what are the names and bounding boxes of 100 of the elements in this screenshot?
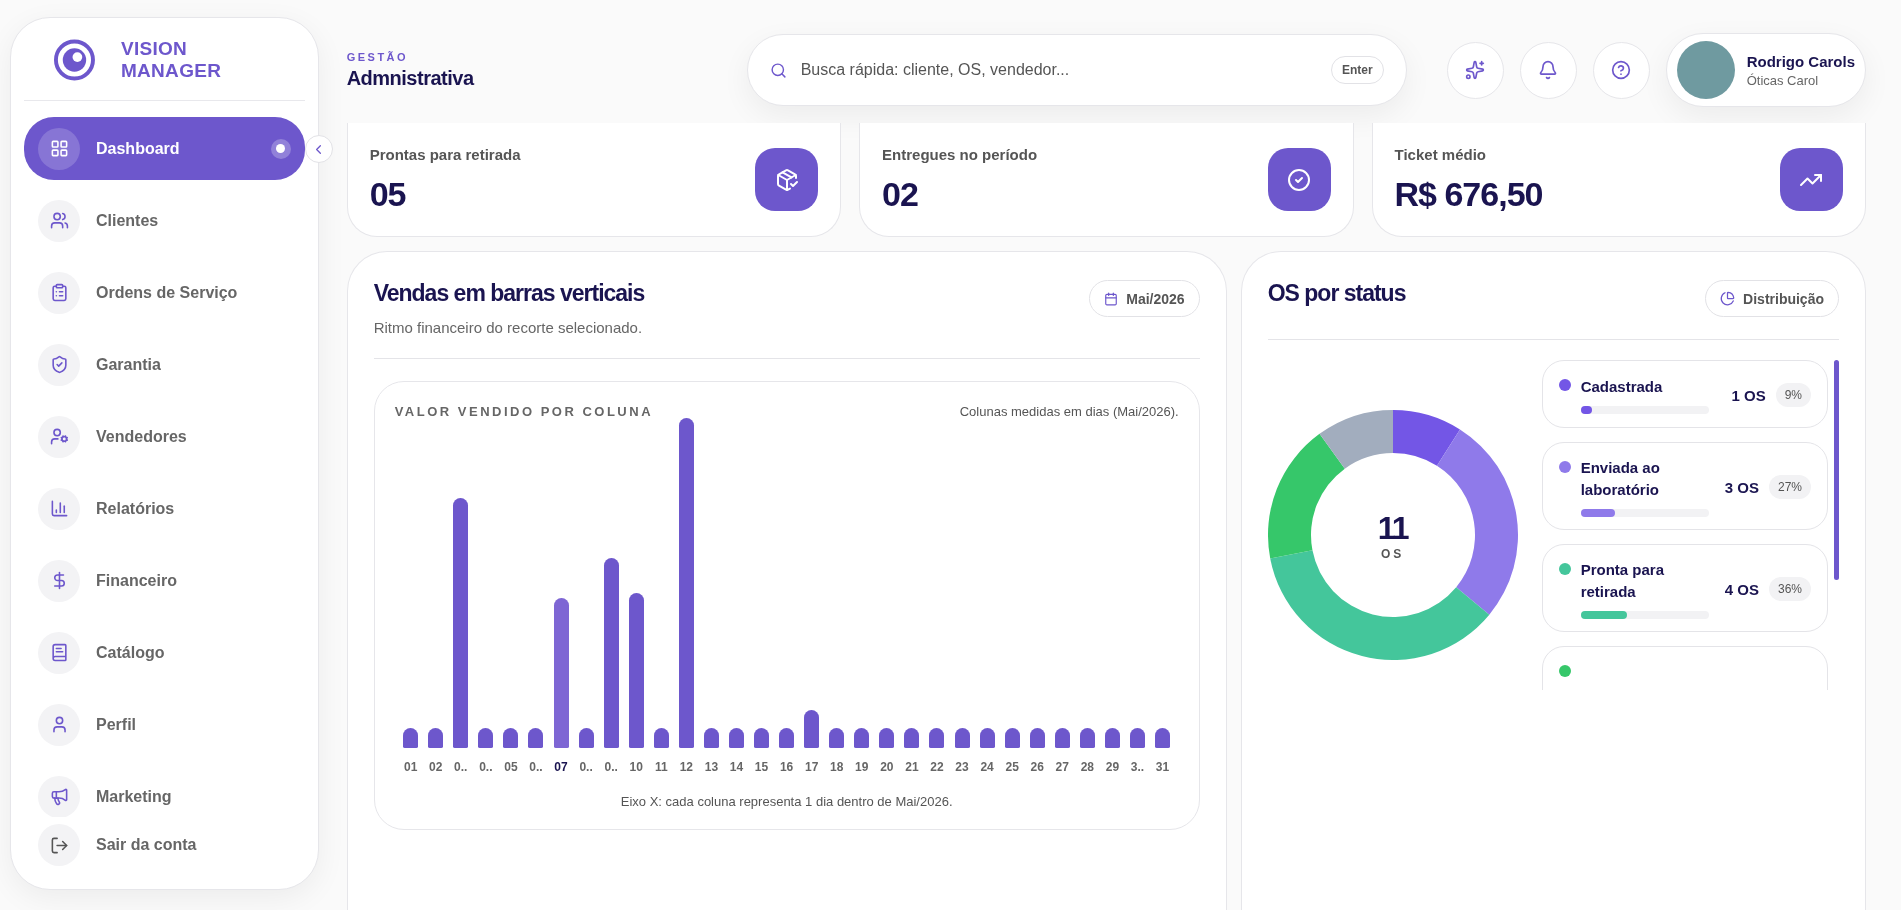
axis-label: 26: [1030, 760, 1044, 774]
total-unit: OS: [1381, 546, 1405, 561]
page-title: Admnistrativa: [346, 66, 476, 90]
axis-label: 15: [754, 760, 769, 774]
axis-label: 27: [1055, 760, 1069, 774]
axis-label: 16: [779, 760, 794, 774]
axis-label: 19: [855, 760, 869, 774]
status-percent: 9%: [1775, 383, 1811, 407]
user-gear-icon: [49, 427, 69, 446]
card-title: OS por status: [1267, 280, 1406, 307]
axis-label: 0..: [579, 760, 593, 774]
status-item[interactable]: Enviada ao laboratório 3 OS 27%: [1541, 442, 1828, 530]
period-button[interactable]: Mai/2026: [1089, 280, 1200, 317]
grid-icon: [49, 139, 69, 158]
help-icon: [1611, 60, 1632, 80]
sparkles-icon: [1465, 60, 1486, 80]
search-icon: [769, 61, 787, 79]
status-item[interactable]: Cadastrada 1 OS 9%: [1541, 360, 1828, 428]
scrollbar[interactable]: [1834, 360, 1839, 580]
axis-label: 01: [403, 760, 418, 774]
axis-label: 21: [905, 760, 919, 774]
calendar-icon: [1104, 291, 1119, 306]
search-field[interactable]: Busca rápida: cliente, OS, vendedor... Enter: [746, 34, 1407, 106]
axis-label: 17: [804, 760, 819, 774]
chart-title: VALOR VENDIDO POR COLUNA: [394, 404, 654, 419]
card-subtitle: Ritmo financeiro do recorte selecionado.: [373, 319, 644, 336]
status-count: 1 OS: [1731, 386, 1766, 404]
total-count: 11: [1377, 509, 1408, 547]
package-icon: [774, 167, 799, 192]
axis-label: 20: [880, 760, 894, 774]
axis-label: 12: [679, 760, 693, 774]
axis-label: 11: [654, 760, 668, 774]
logout-item[interactable]: Sair da conta: [24, 817, 305, 873]
bar-chart-icon: [49, 499, 69, 518]
megaphone-icon: [49, 787, 69, 806]
status-name: Enviada ao laboratório: [1580, 458, 1661, 500]
pie-chart-icon: [1720, 291, 1736, 306]
status-count: 4 OS: [1724, 580, 1759, 598]
brand-name: VISION MANAGER: [120, 38, 223, 82]
axis-label: 05: [504, 760, 518, 774]
chart-note: Colunas medidas em dias (Mai/2026).: [959, 404, 1179, 419]
axis-note: Eixo X: cada coluna representa 1 dia dentro de Mai/2026.: [619, 794, 954, 809]
sidebar-item[interactable]: Relatórios: [24, 477, 305, 540]
axis-label: 14: [729, 760, 744, 774]
user-profile-card[interactable]: Rodrigo Carols Óticas Carol: [1665, 33, 1866, 107]
check-circle-icon: [1287, 167, 1312, 192]
clipboard-icon: [49, 283, 69, 302]
stat-value: 05: [369, 174, 407, 214]
shield-check-icon: [49, 355, 69, 374]
collapse-button[interactable]: [304, 135, 333, 163]
sidebar-item[interactable]: Dashboard: [24, 117, 305, 180]
status-name: Pronta para retirada: [1580, 560, 1665, 602]
sidebar-item[interactable]: Vendedores: [24, 405, 305, 468]
axis-label: 3..: [1130, 760, 1145, 774]
sidebar-item[interactable]: Garantia: [24, 333, 305, 396]
book-icon: [49, 643, 69, 662]
axis-label: 0..: [479, 760, 493, 774]
logo-icon: [54, 39, 95, 81]
axis-label: 23: [955, 760, 969, 774]
axis-label: 28: [1080, 760, 1094, 774]
axis-label: 10: [629, 760, 643, 774]
sidebar-item[interactable]: Marketing: [24, 765, 305, 817]
avatar-photo-placeholder: [1676, 41, 1735, 99]
axis-label: 13: [704, 760, 719, 774]
stat-label: Ticket médio: [1394, 145, 1487, 163]
axis-label: 0..: [529, 760, 543, 774]
axis-label: 25: [1005, 760, 1019, 774]
users-icon: [49, 211, 69, 230]
axis-label: 31: [1155, 760, 1170, 774]
axis-label: 24: [980, 760, 994, 774]
axis-label: 29: [1105, 760, 1120, 774]
sidebar-item[interactable]: Financeiro: [24, 549, 305, 612]
sidebar-item[interactable]: Perfil: [24, 693, 305, 756]
status-name: Cadastrada: [1580, 377, 1664, 397]
axis-label: 07: [554, 760, 568, 774]
stat-label: Entregues no período: [882, 145, 1038, 163]
sidebar-item[interactable]: Clientes: [24, 189, 305, 252]
section-label: GESTÃO: [346, 50, 410, 63]
axis-label: 0..: [454, 760, 468, 774]
stat-label: Prontas para retirada: [369, 145, 521, 163]
axis-label: 18: [830, 760, 844, 774]
status-count: 3 OS: [1724, 478, 1759, 496]
active-indicator: [270, 138, 291, 159]
axis-label: 02: [429, 760, 443, 774]
axis-label: 22: [930, 760, 944, 774]
status-percent: 27%: [1768, 475, 1811, 499]
distribution-button[interactable]: Distribuição: [1705, 280, 1839, 317]
card-title: Vendas em barras verticais: [373, 280, 645, 307]
status-item[interactable]: Pronta para retirada 4 OS 36%: [1541, 544, 1828, 632]
status-percent: 36%: [1768, 577, 1811, 601]
sidebar-item[interactable]: Catálogo: [24, 621, 305, 684]
sidebar-item[interactable]: Ordens de Serviço: [24, 261, 305, 324]
user-name: Rodrigo Carols: [1746, 52, 1855, 70]
axis-label: 0..: [604, 760, 618, 774]
search-input[interactable]: Busca rápida: cliente, OS, vendedor...: [798, 60, 1319, 80]
logout-icon: [49, 835, 69, 855]
stat-value: R$ 676,50: [1394, 174, 1543, 214]
stat-value: 02: [882, 174, 919, 214]
bell-icon: [1538, 60, 1559, 80]
user-company: Óticas Carol: [1746, 72, 1820, 88]
